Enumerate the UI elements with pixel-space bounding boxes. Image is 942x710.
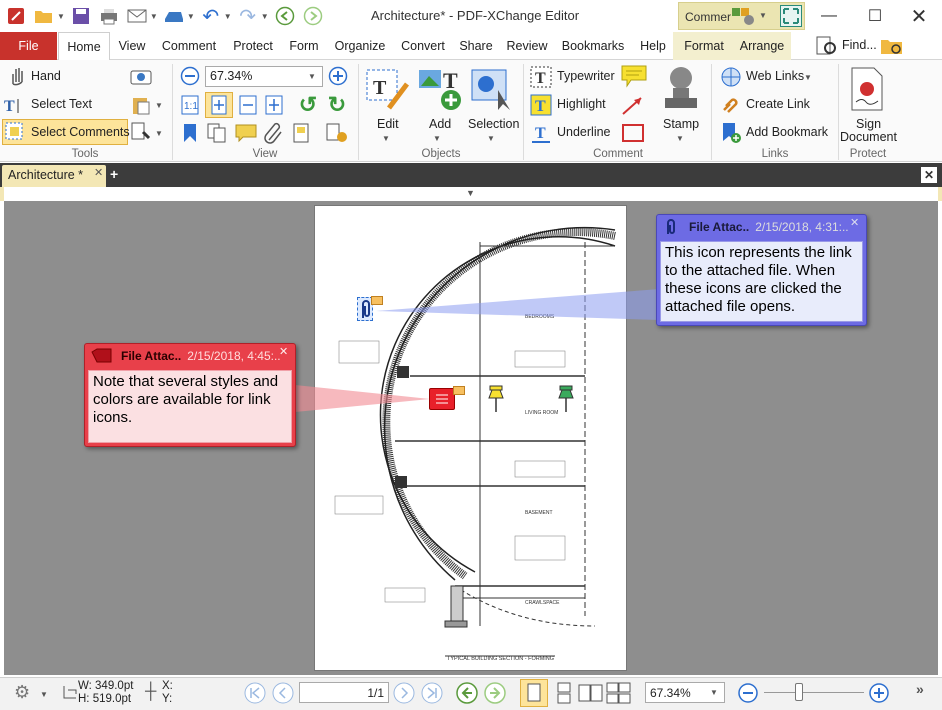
popup-close-icon[interactable]: ✕ bbox=[850, 216, 859, 229]
forward-view-icon[interactable] bbox=[483, 681, 507, 708]
cursor-x-readout: X: bbox=[162, 680, 173, 692]
blue-popup-connector bbox=[376, 289, 660, 320]
cursor-y-readout: Y: bbox=[162, 693, 173, 705]
previous-page-icon[interactable] bbox=[271, 681, 295, 708]
next-page-icon[interactable] bbox=[392, 681, 416, 708]
page-width-readout: W: 349.0pt bbox=[78, 680, 134, 692]
chevron-down-icon[interactable]: ▼ bbox=[710, 688, 718, 697]
popup-close-icon[interactable]: ✕ bbox=[279, 345, 288, 358]
red-popup-connector bbox=[295, 385, 430, 412]
zoom-slider-thumb[interactable] bbox=[795, 683, 803, 701]
last-page-icon[interactable] bbox=[420, 681, 444, 708]
first-page-icon[interactable] bbox=[243, 681, 267, 708]
continuous-view-icon[interactable] bbox=[553, 682, 575, 707]
popup-date: 2/15/2018, 4:31:.. bbox=[755, 220, 849, 234]
status-zoom-in-icon[interactable] bbox=[868, 682, 890, 707]
popup-date: 2/15/2018, 4:45:.. bbox=[187, 349, 281, 363]
chevron-down-icon[interactable]: ▼ bbox=[40, 690, 48, 699]
popup-header: File Attac.. 2/15/2018, 4:31:.. bbox=[657, 215, 866, 239]
status-bar-options-icon[interactable]: » bbox=[916, 681, 924, 697]
popup-title: File Attac.. bbox=[689, 220, 750, 234]
popup-header: File Attac.. 2/15/2018, 4:45:.. bbox=[85, 344, 295, 368]
settings-gear-icon[interactable]: ⚙ bbox=[14, 682, 30, 703]
popup-body[interactable]: This icon represents the link to the att… bbox=[660, 241, 863, 322]
tag-icon bbox=[91, 348, 112, 363]
popup-title: File Attac.. bbox=[121, 349, 182, 363]
popup-body[interactable]: Note that several styles and colors are … bbox=[88, 370, 292, 443]
facing-view-icon[interactable] bbox=[578, 682, 604, 707]
single-page-view-button[interactable] bbox=[520, 679, 548, 707]
red-popup-note[interactable]: File Attac.. 2/15/2018, 4:45:.. ✕ Note t… bbox=[84, 343, 296, 447]
blue-popup-note[interactable]: File Attac.. 2/15/2018, 4:31:.. ✕ This i… bbox=[656, 214, 867, 326]
paperclip-icon bbox=[667, 219, 675, 234]
back-view-icon[interactable] bbox=[455, 681, 479, 708]
status-zoom-out-icon[interactable] bbox=[737, 682, 759, 707]
zoom-slider-track[interactable] bbox=[764, 692, 864, 693]
page-height-readout: H: 519.0pt bbox=[78, 693, 132, 705]
page-size-icon bbox=[62, 684, 78, 703]
continuous-facing-icon[interactable] bbox=[606, 682, 632, 707]
cursor-position-icon: ┼ bbox=[145, 683, 157, 700]
page-number-input[interactable]: 1/1 bbox=[299, 682, 389, 703]
